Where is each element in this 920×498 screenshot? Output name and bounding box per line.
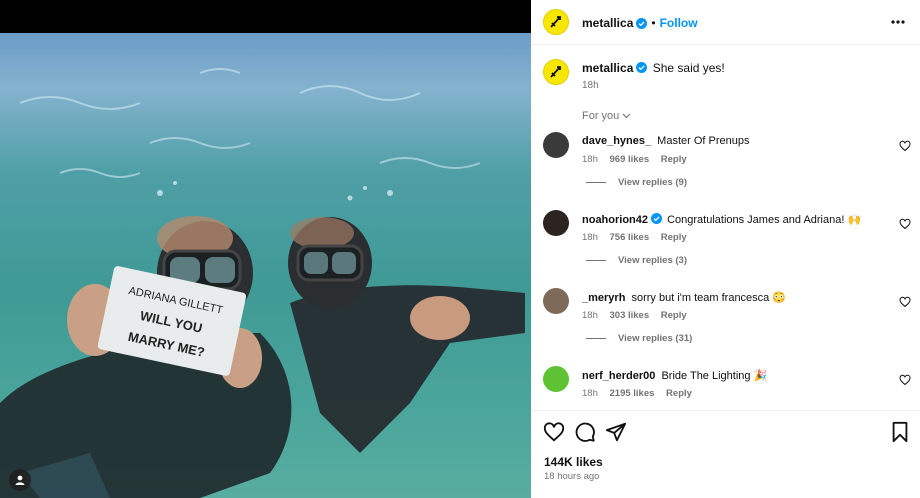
comment-likes[interactable]: 756 likes — [610, 232, 650, 243]
caption-username[interactable]: metallica — [582, 61, 633, 75]
author-username[interactable]: metallica — [582, 16, 633, 30]
user-tag-icon[interactable] — [9, 469, 31, 491]
comment-item: noahorion42 Congratulations James and Ad… — [531, 210, 920, 280]
comment-avatar[interactable] — [543, 132, 569, 158]
comment-text: sorry but i'm team francesca 😳 — [631, 292, 787, 304]
view-replies-label: View replies (31) — [618, 333, 693, 344]
comment-sort-dropdown[interactable]: For you — [582, 110, 631, 122]
verified-icon — [636, 17, 648, 29]
comment-reply-button[interactable]: Reply — [661, 310, 687, 321]
comment-username[interactable]: nerf_herder00 — [582, 370, 655, 382]
view-replies-button[interactable]: View replies (9) — [586, 177, 687, 188]
replies-divider — [586, 182, 606, 183]
caption-timestamp: 18h — [582, 80, 599, 91]
replies-divider — [586, 260, 606, 261]
comment-username[interactable]: noahorion42 — [582, 214, 648, 226]
post-media: ADRIANA GILLETT WILL YOU MARRY ME? — [0, 0, 531, 498]
comment-likes[interactable]: 303 likes — [610, 310, 650, 321]
comment-item: dave_hynes_ Master Of Prenups 18h 969 li… — [531, 132, 920, 202]
comment-item: nerf_herder00 Bride The Lighting 🎉 18h 2… — [531, 366, 920, 406]
author-avatar[interactable] — [543, 9, 569, 35]
likes-count[interactable]: 144K likes — [544, 455, 603, 469]
post-actions-bar: 144K likes 18 hours ago — [531, 410, 920, 498]
replies-divider — [586, 338, 606, 339]
underwater-photo-illustration: ADRIANA GILLETT WILL YOU MARRY ME? — [0, 68, 525, 498]
caption-author-avatar[interactable] — [543, 59, 569, 85]
comment-time: 18h — [582, 388, 598, 399]
comment-username[interactable]: dave_hynes_ — [582, 135, 651, 147]
follow-button[interactable]: Follow — [660, 16, 698, 30]
comment-meta: 18h 303 likes Reply — [582, 310, 696, 321]
post-photo[interactable]: ADRIANA GILLETT WILL YOU MARRY ME? — [0, 33, 531, 498]
comment-time: 18h — [582, 310, 598, 321]
comment-username[interactable]: _meryrh — [582, 292, 625, 304]
comment-body: nerf_herder00 Bride The Lighting 🎉 — [582, 369, 767, 382]
comment-icon[interactable] — [574, 421, 596, 443]
comment-text: Bride The Lighting 🎉 — [661, 370, 768, 382]
more-options-icon[interactable] — [890, 14, 906, 30]
comment-body: dave_hynes_ Master Of Prenups — [582, 135, 750, 147]
view-replies-label: View replies (9) — [618, 177, 687, 188]
comment-meta: 18h 2195 likes Reply — [582, 388, 701, 399]
comment-avatar[interactable] — [543, 288, 569, 314]
comment-time: 18h — [582, 232, 598, 243]
heart-icon[interactable] — [543, 421, 565, 443]
post-details-panel: metallica • Follow metallica She said ye… — [531, 0, 920, 498]
verified-icon — [651, 213, 663, 224]
header-author-line: metallica • Follow — [582, 16, 698, 30]
view-replies-button[interactable]: View replies (31) — [586, 333, 692, 344]
comment-reply-button[interactable]: Reply — [661, 154, 687, 165]
comment-heart-icon[interactable] — [899, 296, 911, 308]
comment-heart-icon[interactable] — [899, 218, 911, 230]
caption: metallica She said yes! — [582, 61, 725, 75]
comment-text: Congratulations James and Adriana! 🙌 — [667, 214, 862, 226]
comment-avatar[interactable] — [543, 210, 569, 236]
comment-likes[interactable]: 969 likes — [610, 154, 650, 165]
comment-text: Master Of Prenups — [657, 135, 750, 147]
verified-icon — [636, 62, 648, 73]
comment-reply-button[interactable]: Reply — [661, 232, 687, 243]
share-icon[interactable] — [605, 421, 627, 443]
comment-reply-button[interactable]: Reply — [666, 388, 692, 399]
post-header: metallica • Follow — [531, 0, 920, 45]
comment-body: _meryrh sorry but i'm team francesca 😳 — [582, 291, 786, 304]
view-replies-label: View replies (3) — [618, 255, 687, 266]
comment-time: 18h — [582, 154, 598, 165]
comment-avatar[interactable] — [543, 366, 569, 392]
chevron-down-icon — [622, 113, 631, 119]
comment-heart-icon[interactable] — [899, 140, 911, 152]
comment-meta: 18h 969 likes Reply — [582, 154, 696, 165]
separator-dot: • — [651, 16, 656, 30]
bookmark-icon[interactable] — [889, 421, 911, 443]
comment-sort-label: For you — [582, 110, 620, 122]
comment-likes[interactable]: 2195 likes — [610, 388, 655, 399]
comment-meta: 18h 756 likes Reply — [582, 232, 696, 243]
comment-body: noahorion42 Congratulations James and Ad… — [582, 213, 861, 226]
view-replies-button[interactable]: View replies (3) — [586, 255, 687, 266]
post-timestamp: 18 hours ago — [544, 471, 600, 482]
caption-text: She said yes! — [652, 61, 725, 75]
comment-item: _meryrh sorry but i'm team francesca 😳 1… — [531, 288, 920, 358]
comment-heart-icon[interactable] — [899, 374, 911, 386]
